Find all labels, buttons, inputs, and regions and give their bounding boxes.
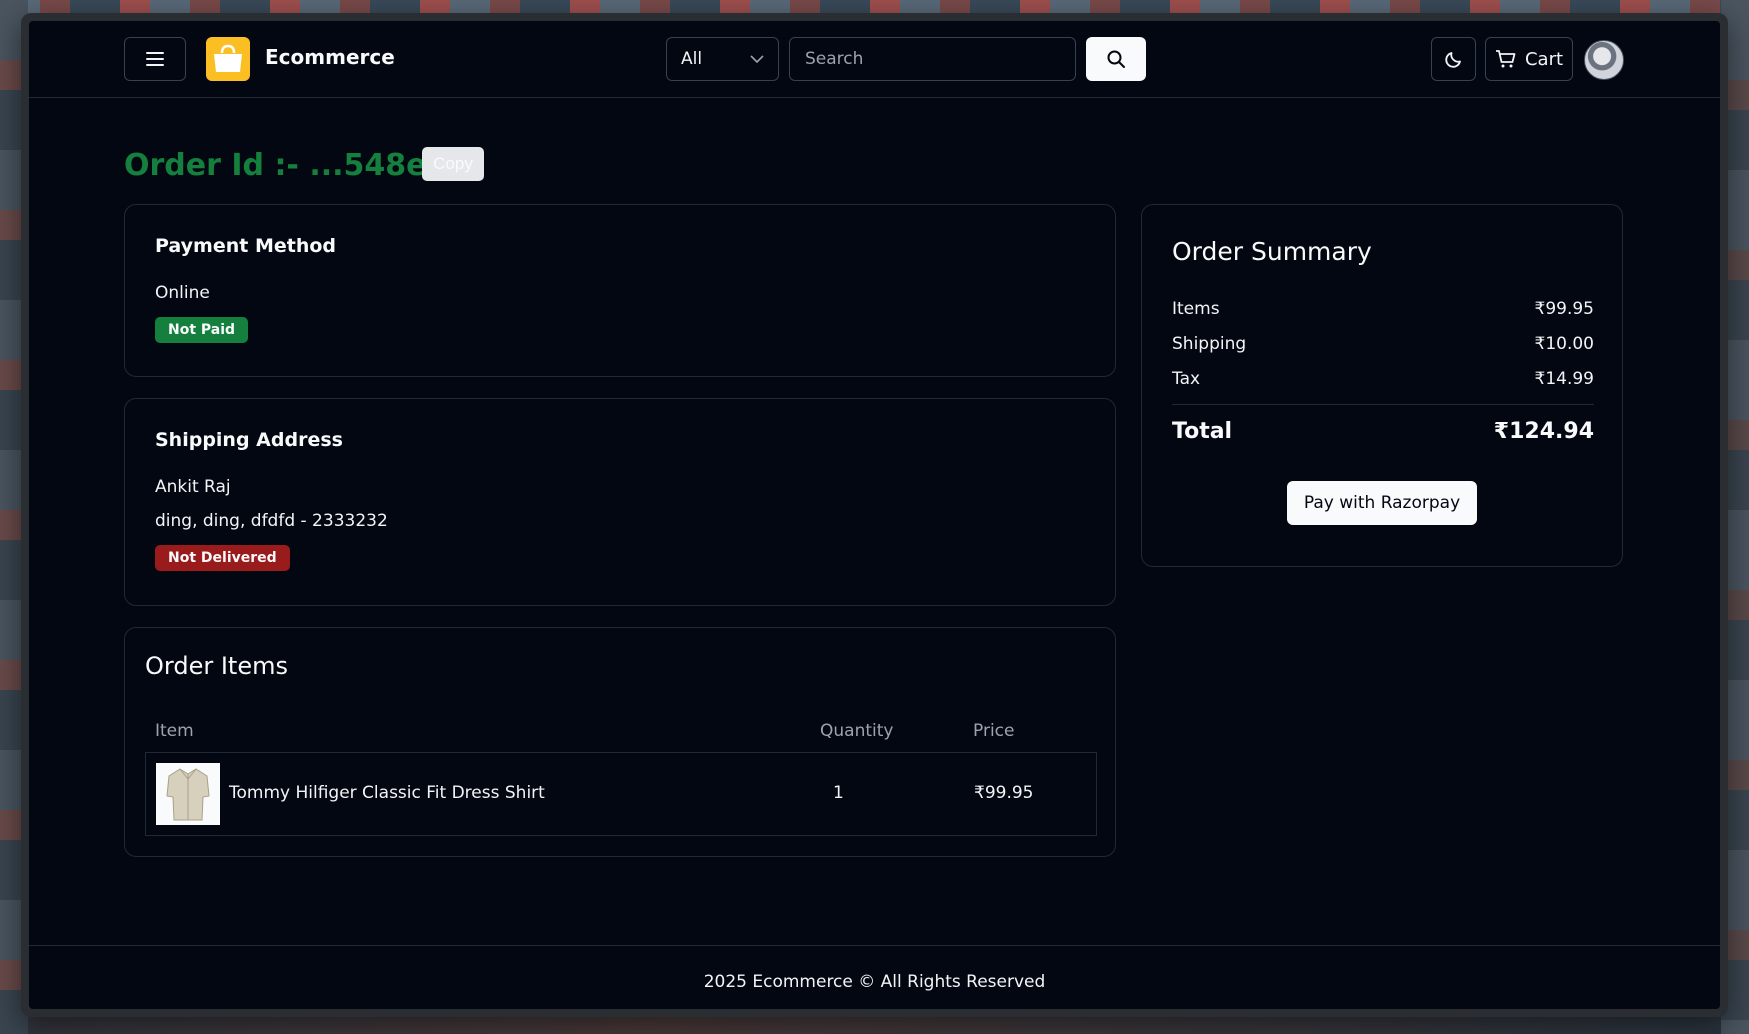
payment-method-value: Online: [155, 283, 210, 303]
column-header-quantity: Quantity: [820, 721, 894, 741]
payment-status-badge: Not Paid: [155, 317, 249, 343]
order-summary-card: Order Summary Items ₹99.95 Shipping ₹10.…: [1141, 204, 1623, 567]
order-items-card: Order Items Item Quantity Price Tommy Hi…: [124, 627, 1116, 857]
search-icon: [1107, 50, 1125, 68]
category-select[interactable]: All: [666, 37, 779, 81]
cart-button[interactable]: Cart: [1485, 37, 1573, 81]
product-thumbnail[interactable]: [156, 763, 220, 825]
browser-window: Ecommerce All Cart Order Id :- ...548e10…: [21, 13, 1728, 1017]
shipping-address-heading: Shipping Address: [155, 429, 343, 451]
theme-toggle-button[interactable]: [1431, 37, 1476, 81]
summary-items-value: ₹99.95: [1534, 299, 1594, 319]
item-price: ₹99.95: [974, 783, 1034, 803]
order-summary-heading: Order Summary: [1172, 237, 1372, 266]
cart-icon: [1495, 50, 1516, 68]
summary-total-value: ₹124.94: [1493, 419, 1594, 444]
item-quantity: 1: [833, 783, 844, 803]
summary-row-tax: Tax ₹14.99: [1172, 369, 1594, 389]
summary-items-label: Items: [1172, 299, 1220, 319]
search-input[interactable]: [789, 37, 1076, 81]
shipping-address-line: ding, ding, dfdfd - 2333232: [155, 511, 388, 531]
hamburger-icon: [146, 52, 164, 66]
order-items-heading: Order Items: [145, 652, 288, 680]
shirt-image-icon: [166, 768, 210, 821]
shipping-address-card: Shipping Address Ankit Raj ding, ding, d…: [124, 398, 1116, 606]
menu-button[interactable]: [124, 37, 186, 81]
user-avatar[interactable]: [1584, 40, 1624, 80]
cart-label: Cart: [1524, 48, 1564, 70]
brand-logo[interactable]: [206, 37, 250, 81]
top-navbar: Ecommerce All Cart: [29, 21, 1720, 98]
chevron-down-icon: [750, 55, 764, 63]
summary-total-label: Total: [1172, 419, 1233, 444]
delivery-status-badge: Not Delivered: [155, 545, 290, 571]
pay-with-razorpay-button[interactable]: Pay with Razorpay: [1287, 481, 1477, 525]
summary-row-shipping: Shipping ₹10.00: [1172, 334, 1594, 354]
footer-copyright: 2025 Ecommerce © All Rights Reserved: [703, 971, 1046, 992]
moon-icon: [1444, 52, 1461, 68]
column-header-price: Price: [973, 721, 1015, 741]
summary-divider: [1172, 404, 1594, 405]
item-name[interactable]: Tommy Hilfiger Classic Fit Dress Shirt: [229, 783, 545, 803]
column-header-item: Item: [155, 721, 194, 741]
shipping-name: Ankit Raj: [155, 477, 231, 497]
shopping-bag-icon: [214, 44, 242, 72]
table-row: Tommy Hilfiger Classic Fit Dress Shirt 1…: [145, 752, 1097, 836]
summary-row-items: Items ₹99.95: [1172, 299, 1594, 319]
category-selected-value: All: [681, 49, 703, 69]
order-id-title: Order Id :- ...548e10: [124, 148, 469, 183]
copy-order-id-button[interactable]: Copy: [422, 147, 484, 181]
brand-name[interactable]: Ecommerce: [265, 45, 395, 69]
app-root: Ecommerce All Cart Order Id :- ...548e10…: [29, 21, 1720, 1009]
payment-method-heading: Payment Method: [155, 235, 337, 257]
search-button[interactable]: [1086, 37, 1146, 81]
summary-shipping-label: Shipping: [1172, 334, 1247, 354]
summary-tax-label: Tax: [1172, 369, 1201, 389]
summary-shipping-value: ₹10.00: [1534, 334, 1594, 354]
summary-row-total: Total ₹124.94: [1172, 419, 1594, 444]
payment-method-card: Payment Method Online Not Paid: [124, 204, 1116, 377]
page-footer: 2025 Ecommerce © All Rights Reserved: [29, 945, 1720, 1009]
summary-tax-value: ₹14.99: [1534, 369, 1594, 389]
